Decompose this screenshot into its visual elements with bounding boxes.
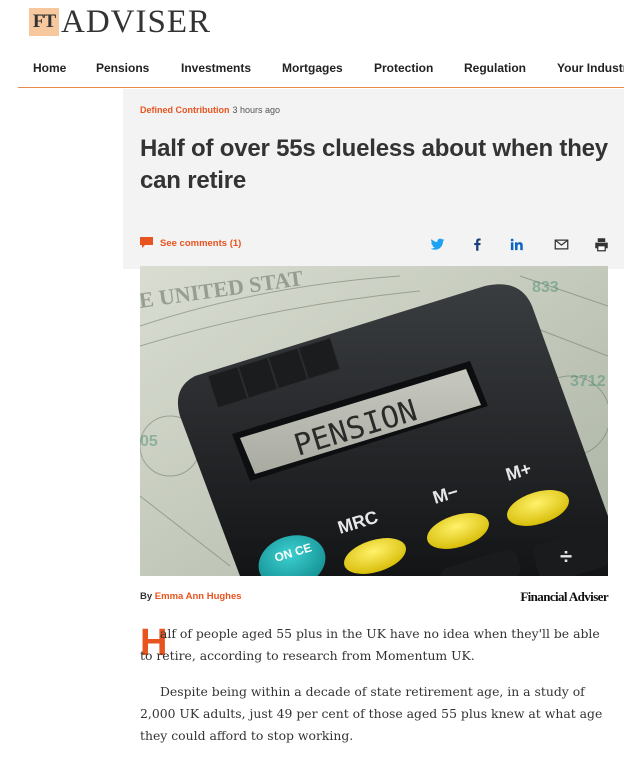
paragraph-2: Despite being within a decade of state r… [140, 684, 603, 743]
article-headline: Half of over 55s clueless about when the… [140, 135, 608, 194]
timestamp: 3 hours ago [232, 105, 281, 115]
comment-icon [140, 237, 153, 248]
twitter-share-button[interactable] [429, 236, 445, 252]
paragraph-1: alf of people aged 55 plus in the UK hav… [140, 626, 600, 663]
author-link[interactable]: Emma Ann Hughes [155, 591, 242, 602]
email-icon [554, 239, 568, 249]
logo-text: ADVISER [61, 4, 212, 40]
email-share-button[interactable] [553, 236, 569, 252]
print-icon [594, 237, 608, 251]
nav-item-regulation[interactable]: Regulation [464, 61, 526, 75]
logo-ft-mark: FT [29, 8, 59, 36]
svg-text:÷: ÷ [560, 544, 572, 569]
byline: By Emma Ann Hughes [140, 591, 242, 602]
facebook-share-button[interactable] [469, 236, 485, 252]
nav-item-home[interactable]: Home [33, 61, 66, 75]
linkedin-icon [510, 238, 523, 250]
hero-image: E UNITED STAT 833 3712 05 PENSION MRC M−… [140, 266, 608, 576]
twitter-icon [430, 238, 444, 250]
calculator-photo: E UNITED STAT 833 3712 05 PENSION MRC M−… [140, 266, 608, 576]
svg-text:05: 05 [140, 433, 158, 450]
byline-prefix: By [140, 591, 153, 602]
facebook-icon [473, 238, 481, 251]
nav-item-pensions[interactable]: Pensions [96, 61, 149, 75]
nav-item-mortgages[interactable]: Mortgages [282, 61, 343, 75]
print-button[interactable] [593, 236, 609, 252]
comments-label: See comments (1) [160, 237, 242, 249]
financial-adviser-logo: Financial Adviser [520, 589, 608, 604]
nav-item-protection[interactable]: Protection [374, 61, 433, 75]
main-nav: Home Pensions Investments Mortgages Prot… [18, 48, 624, 88]
category-link[interactable]: Defined Contribution [140, 105, 230, 115]
nav-item-your-industry[interactable]: Your Industry [557, 61, 624, 75]
linkedin-share-button[interactable] [508, 236, 524, 252]
article-meta: Defined Contribution 3 hours ago [140, 105, 280, 115]
svg-text:3712: 3712 [570, 373, 606, 390]
svg-text:833: 833 [532, 279, 559, 296]
site-logo[interactable]: FT ADVISER [29, 4, 212, 40]
nav-item-investments[interactable]: Investments [181, 61, 251, 75]
see-comments-link[interactable]: See comments (1) [140, 237, 241, 249]
